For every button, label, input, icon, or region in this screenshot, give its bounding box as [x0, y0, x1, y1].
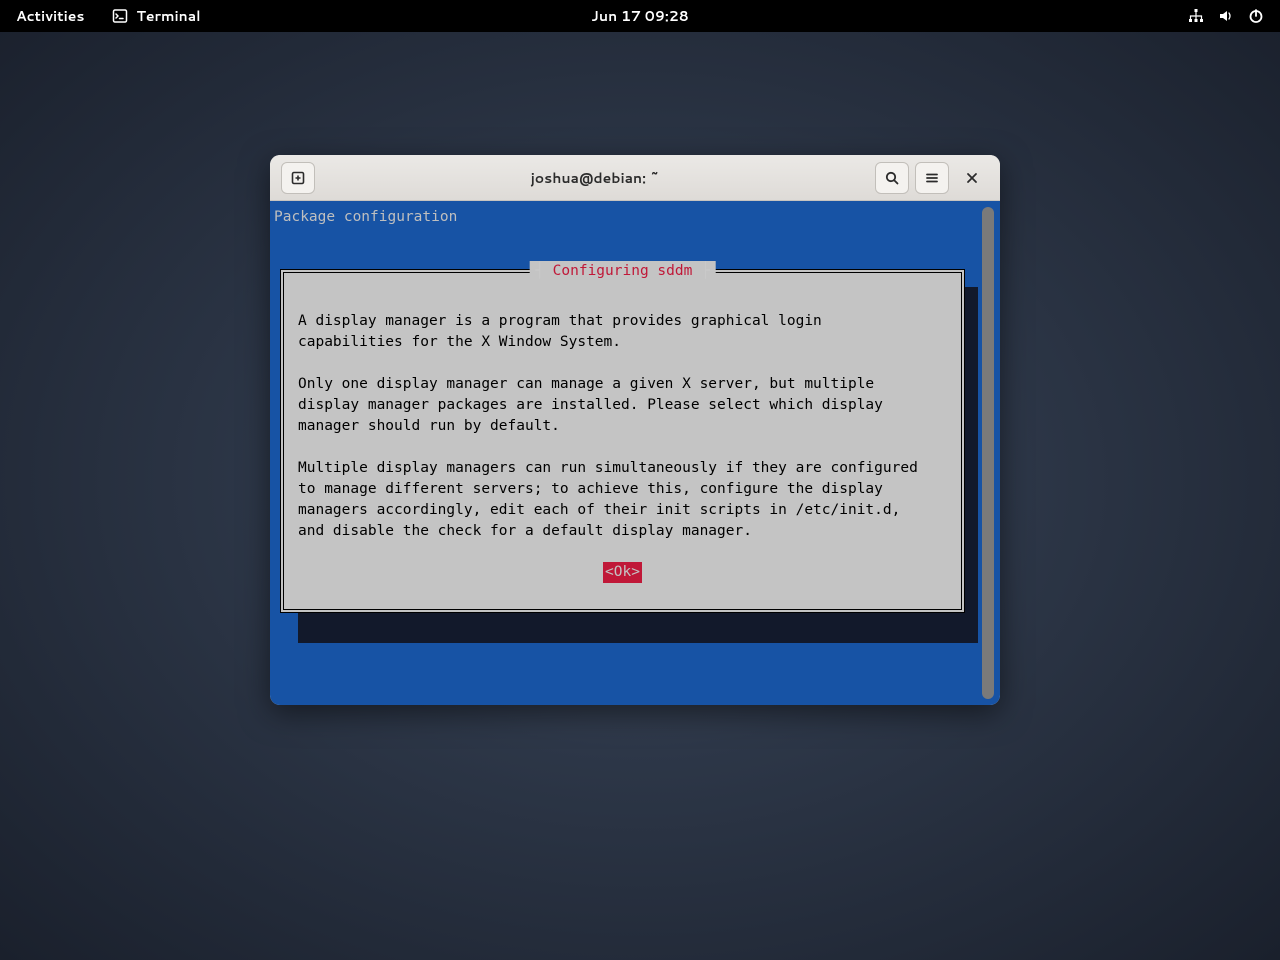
- app-menu[interactable]: Terminal: [112, 6, 200, 26]
- close-button[interactable]: [955, 162, 989, 194]
- power-icon: [1248, 8, 1264, 24]
- search-button[interactable]: [875, 162, 909, 194]
- ok-button[interactable]: <Ok>: [603, 562, 642, 583]
- app-menu-label: Terminal: [136, 6, 200, 26]
- scrollbar[interactable]: [982, 207, 994, 699]
- window-title: joshua@debian: ~: [318, 168, 872, 188]
- terminal-window: joshua@debian: ~ Package configuration: [270, 155, 1000, 705]
- dialog-paragraph-2: Only one display manager can manage a gi…: [298, 374, 947, 437]
- gnome-top-bar: Activities Terminal Jun 17 09:28: [0, 0, 1280, 32]
- activities-button[interactable]: Activities: [16, 6, 84, 26]
- window-titlebar: joshua@debian: ~: [270, 155, 1000, 201]
- dialog-paragraph-1: A display manager is a program that prov…: [298, 311, 947, 353]
- dialog-title: Configuring sddm: [544, 261, 701, 282]
- clock[interactable]: Jun 17 09:28: [591, 6, 688, 26]
- terminal-icon: [112, 8, 128, 24]
- hamburger-menu-button[interactable]: [915, 162, 949, 194]
- debconf-header: Package configuration: [272, 207, 980, 228]
- dialog-paragraph-3: Multiple display managers can run simult…: [298, 458, 947, 542]
- new-tab-button[interactable]: [281, 162, 315, 194]
- system-status-area[interactable]: [1188, 8, 1264, 24]
- network-icon: [1188, 8, 1204, 24]
- debconf-dialog: ┤ Configuring sddm ├ A display manager i…: [280, 269, 965, 613]
- volume-icon: [1218, 8, 1234, 24]
- terminal-content[interactable]: Package configuration ┤ Configuring sddm…: [270, 201, 1000, 705]
